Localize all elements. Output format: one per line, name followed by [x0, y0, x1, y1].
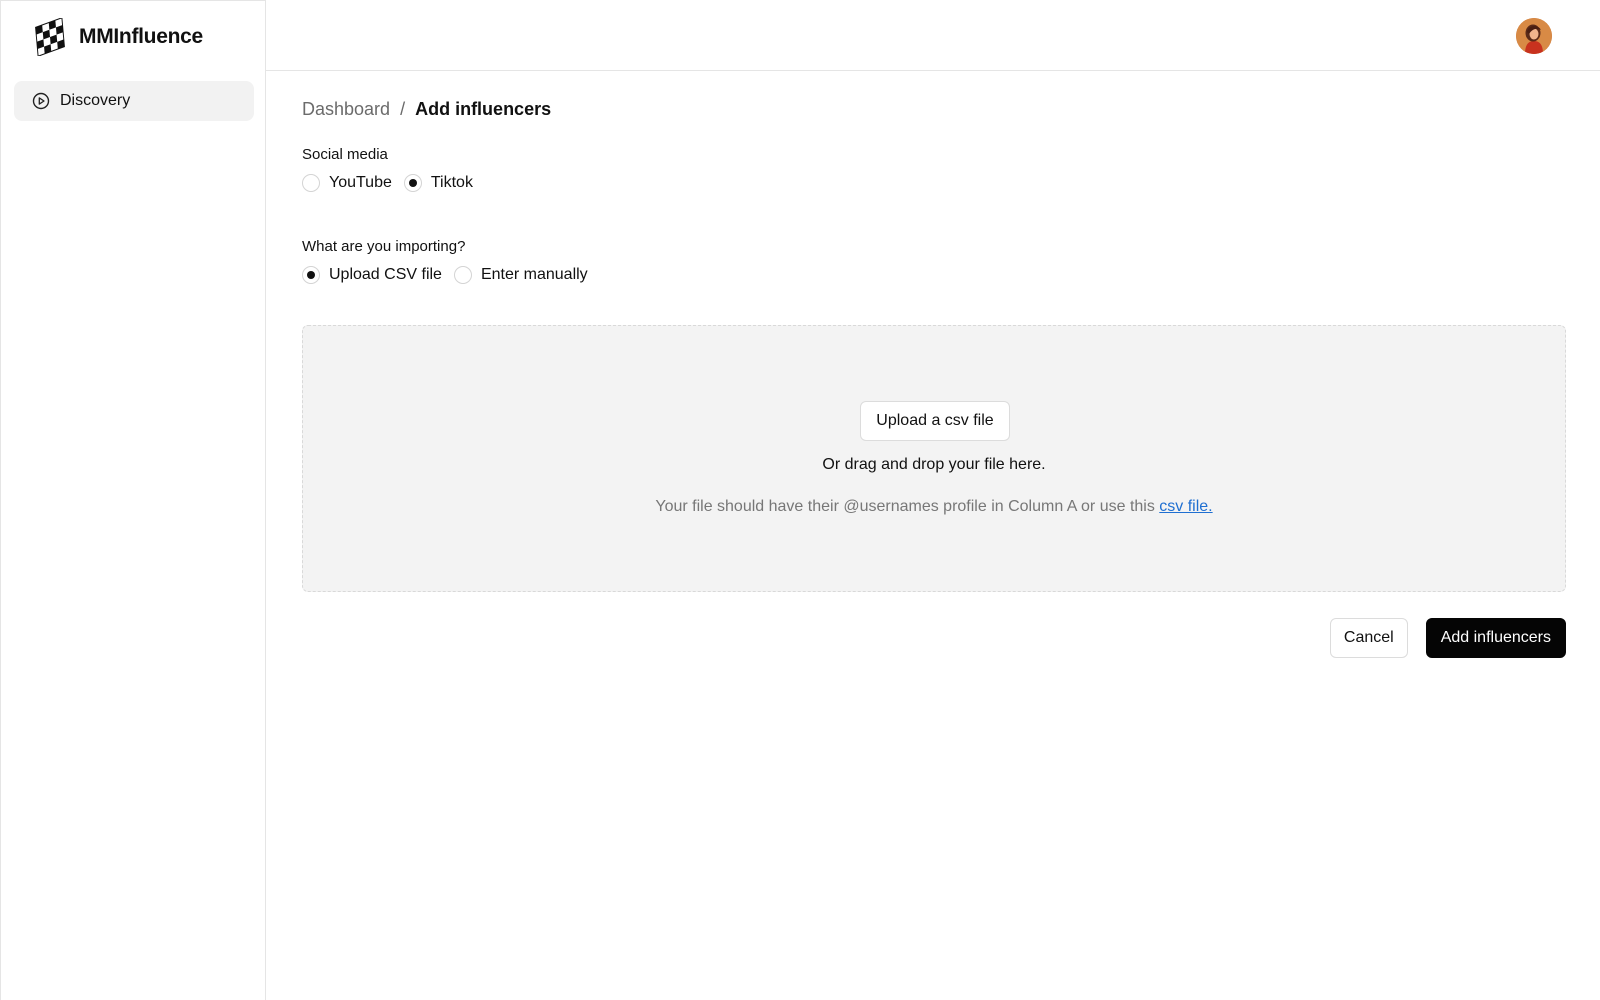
- app-root: MMInfluence Discovery Dashboard / Add in: [0, 0, 1600, 1000]
- sidebar-item-label: Discovery: [60, 92, 131, 109]
- file-dropzone[interactable]: Upload a csv file Or drag and drop your …: [302, 325, 1566, 592]
- radio-option-upload-csv[interactable]: Upload CSV file: [302, 266, 442, 284]
- cancel-button[interactable]: Cancel: [1329, 618, 1408, 658]
- upload-csv-button[interactable]: Upload a csv file: [860, 401, 1010, 441]
- brand-name: MMInfluence: [79, 25, 203, 48]
- sidebar: MMInfluence Discovery: [0, 0, 266, 1000]
- social-media-radio-group: YouTube Tiktok: [302, 174, 475, 192]
- file-hint-text: Your file should have their @usernames p…: [303, 498, 1565, 516]
- radio-tiktok[interactable]: [403, 174, 422, 192]
- import-type-label: What are you importing?: [302, 238, 466, 255]
- breadcrumb-separator: /: [400, 99, 406, 119]
- radio-label-enter-manually: Enter manually: [480, 266, 588, 283]
- brand[interactable]: MMInfluence: [31, 17, 203, 57]
- breadcrumb-dashboard-link[interactable]: Dashboard: [302, 99, 390, 120]
- checkered-logo-icon: [35, 18, 65, 56]
- social-media-label: Social media: [302, 146, 388, 163]
- drag-drop-text: Or drag and drop your file here.: [822, 456, 1046, 473]
- import-type-radio-group: Upload CSV file Enter manually: [302, 266, 590, 284]
- file-hint-body: Your file should have their @usernames p…: [655, 498, 1160, 515]
- radio-label-upload-csv: Upload CSV file: [329, 266, 442, 283]
- radio-option-tiktok[interactable]: Tiktok: [403, 174, 473, 192]
- form-actions: Cancel Add influencers: [1329, 618, 1566, 658]
- avatar-image: [1516, 18, 1552, 54]
- radio-option-youtube[interactable]: YouTube: [302, 174, 392, 192]
- play-circle-icon: [32, 92, 50, 110]
- radio-label-tiktok: Tiktok: [430, 174, 473, 191]
- breadcrumb: Dashboard / Add influencers: [302, 99, 551, 120]
- csv-template-link[interactable]: csv file.: [1159, 498, 1212, 515]
- sidebar-item-discovery[interactable]: Discovery: [14, 81, 254, 121]
- add-influencers-button[interactable]: Add influencers: [1425, 618, 1566, 658]
- top-bar: [266, 0, 1600, 71]
- radio-youtube[interactable]: [302, 174, 320, 192]
- page-title: Add influencers: [415, 99, 552, 119]
- radio-label-youtube: YouTube: [329, 174, 392, 191]
- radio-option-enter-manually[interactable]: Enter manually: [453, 266, 588, 284]
- user-avatar[interactable]: [1516, 18, 1552, 54]
- radio-enter-manually[interactable]: [453, 266, 472, 284]
- radio-upload-csv[interactable]: [302, 266, 320, 284]
